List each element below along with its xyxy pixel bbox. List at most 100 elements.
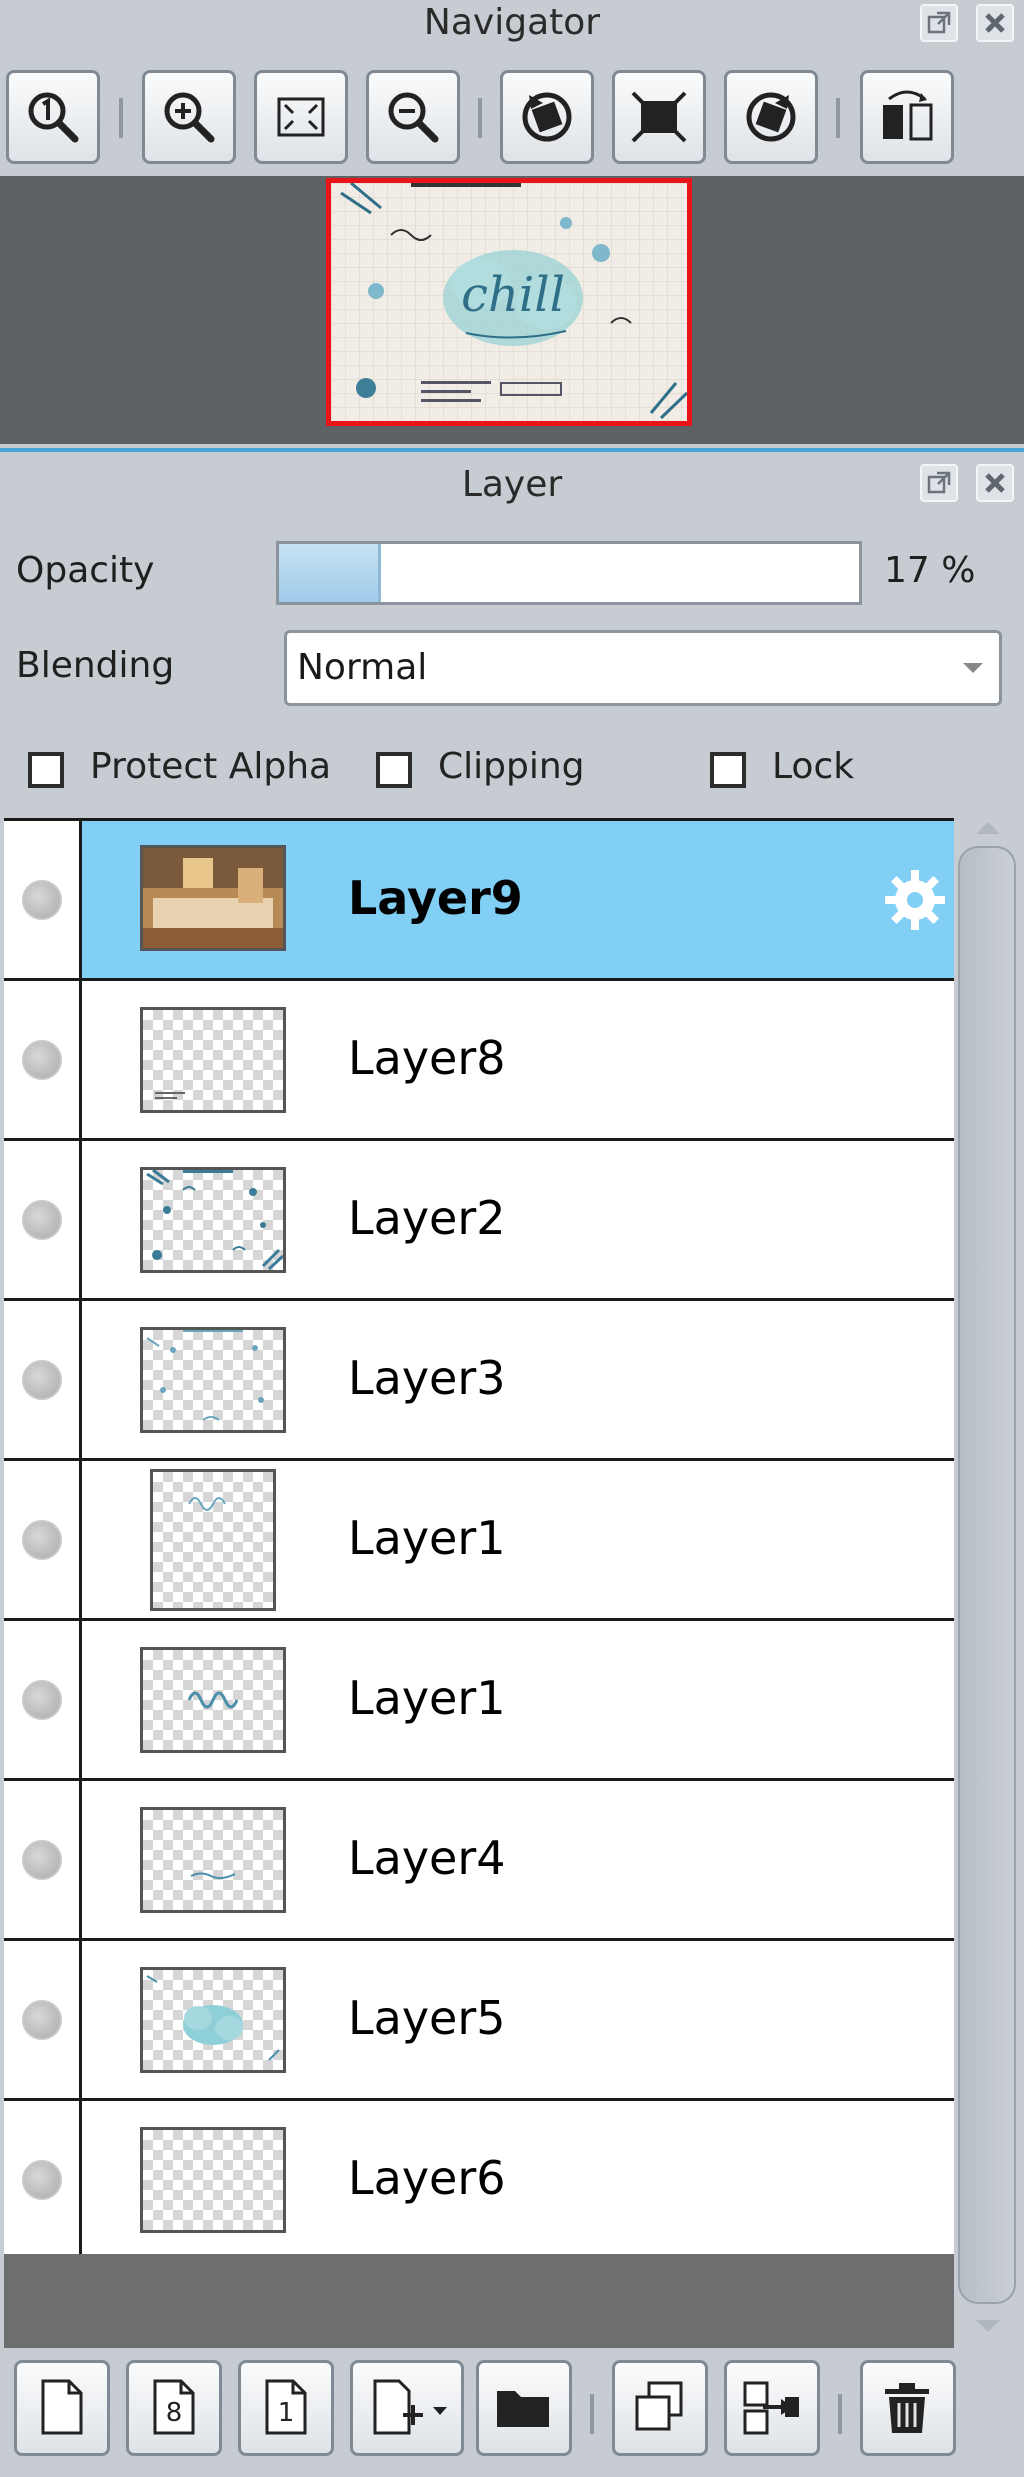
clipping-checkbox[interactable]: [376, 752, 412, 788]
layer-row-body[interactable]: Layer1: [82, 1461, 954, 1618]
layer-thumbnail-image: [190, 1872, 236, 1880]
new-8bit-layer-button[interactable]: 8: [126, 2360, 222, 2456]
scrollbar-thumb[interactable]: [958, 846, 1016, 2304]
fit-window-button[interactable]: [254, 70, 348, 164]
layer-row[interactable]: Layer8: [4, 978, 954, 1138]
navigator-preview-area[interactable]: chill: [0, 176, 1024, 444]
layer-row[interactable]: Layer3: [4, 1298, 954, 1458]
zoom-in-icon: [164, 92, 215, 143]
zoom-in-button[interactable]: [142, 70, 236, 164]
layer-name: Layer1: [348, 1511, 506, 1565]
layer-visibility-toggle[interactable]: [4, 1941, 82, 2098]
layer-row-body[interactable]: Layer2: [82, 1141, 954, 1298]
layer-row[interactable]: Layer1: [4, 1458, 954, 1618]
scroll-down-arrow-icon[interactable]: [976, 2320, 1000, 2332]
lock-label[interactable]: Lock: [772, 746, 854, 787]
chevron-down-icon: [963, 663, 983, 673]
lock-checkbox[interactable]: [710, 752, 746, 788]
flip-horizontal-button[interactable]: [860, 70, 954, 164]
navigator-close-button[interactable]: [976, 4, 1014, 42]
close-icon: [985, 473, 1005, 493]
flip-horizontal-icon: [883, 90, 933, 141]
visibility-dot-icon: [22, 2160, 62, 2200]
layer-float-button[interactable]: [920, 464, 958, 502]
layer-row[interactable]: Layer6: [4, 2098, 954, 2254]
layer-row[interactable]: Layer9: [4, 818, 954, 978]
layer-row[interactable]: Layer5: [4, 1938, 954, 2098]
new-folder-button[interactable]: [476, 2360, 572, 2456]
layer-visibility-toggle[interactable]: [4, 2101, 82, 2254]
layer-name: Layer4: [348, 1831, 506, 1885]
layer-row-body[interactable]: Layer6: [82, 2101, 954, 2254]
layer-close-button[interactable]: [976, 464, 1014, 502]
layer-thumbnail-image: [146, 1975, 280, 2061]
scroll-up-arrow-icon[interactable]: [976, 822, 1000, 834]
clipping-label[interactable]: Clipping: [438, 746, 585, 787]
layer-row-body[interactable]: Layer5: [82, 1941, 954, 2098]
merge-down-button[interactable]: [724, 2360, 820, 2456]
protect-alpha-label[interactable]: Protect Alpha: [90, 746, 331, 787]
layer-row[interactable]: Layer2: [4, 1138, 954, 1298]
layer-row-body[interactable]: Layer1: [82, 1621, 954, 1778]
opacity-slider[interactable]: [276, 541, 862, 605]
visibility-dot-icon: [22, 1040, 62, 1080]
delete-layer-button[interactable]: [860, 2360, 956, 2456]
duplicate-layer-icon: [635, 2381, 683, 2431]
layer-row[interactable]: Layer4: [4, 1778, 954, 1938]
layer-visibility-toggle[interactable]: [4, 1141, 82, 1298]
new-1bit-layer-button[interactable]: 1: [238, 2360, 334, 2456]
layer-thumbnail: [140, 1167, 286, 1273]
opacity-label: Opacity: [16, 550, 155, 591]
fit-window-icon: [277, 97, 325, 137]
new-8bit-layer-icon: 8: [153, 2379, 195, 2435]
layer-visibility-toggle[interactable]: [4, 1621, 82, 1778]
layer-row-body[interactable]: Layer3: [82, 1301, 954, 1458]
layer-list: Layer9 Layer8 Layer2 Layer3 Layer1 Layer…: [4, 818, 954, 2254]
new-layer-icon: [41, 2379, 83, 2435]
toolbar-separator: [478, 98, 482, 138]
layer-row-body[interactable]: Layer8: [82, 981, 954, 1138]
rotate-right-button[interactable]: [724, 70, 818, 164]
gear-icon[interactable]: [880, 865, 950, 935]
panel-divider[interactable]: [0, 448, 1024, 452]
reset-view-button[interactable]: [612, 70, 706, 164]
layer-row[interactable]: Layer1: [4, 1618, 954, 1778]
layer-visibility-toggle[interactable]: [4, 821, 82, 978]
layer-name: Layer3: [348, 1351, 506, 1405]
layer-visibility-toggle[interactable]: [4, 981, 82, 1138]
layer-visibility-toggle[interactable]: [4, 1781, 82, 1938]
visibility-dot-icon: [22, 1200, 62, 1240]
new-layer-button[interactable]: [14, 2360, 110, 2456]
layer-list-scrollbar[interactable]: [956, 818, 1022, 2348]
protect-alpha-checkbox[interactable]: [28, 752, 64, 788]
zoom-actual-size-button[interactable]: [6, 70, 100, 164]
layer-list-empty-area[interactable]: [4, 2254, 954, 2348]
blending-label: Blending: [16, 645, 175, 686]
layer-visibility-toggle[interactable]: [4, 1301, 82, 1458]
preview-lettering: chill: [461, 267, 565, 323]
add-layer-menu-button[interactable]: [350, 2360, 464, 2456]
layer-thumbnail-image: [155, 1092, 185, 1099]
svg-text:8: 8: [166, 2398, 183, 2428]
blending-dropdown[interactable]: Normal: [284, 630, 1002, 706]
reset-view-icon: [631, 91, 687, 143]
visibility-dot-icon: [22, 1520, 62, 1560]
new-1bit-layer-icon: 1: [265, 2379, 307, 2435]
layer-visibility-toggle[interactable]: [4, 1461, 82, 1618]
layer-thumbnail-image: [143, 848, 283, 948]
toolbar-separator: [590, 2394, 594, 2434]
layer-name: Layer8: [348, 1031, 506, 1085]
layer-row-body[interactable]: Layer4: [82, 1781, 954, 1938]
duplicate-layer-button[interactable]: [612, 2360, 708, 2456]
visibility-dot-icon: [22, 2000, 62, 2040]
zoom-actual-size-icon: [28, 92, 79, 143]
layer-thumbnail-image: [187, 1691, 239, 1709]
layer-name: Layer1: [348, 1671, 506, 1725]
layer-row-body[interactable]: Layer9: [82, 821, 954, 978]
rotate-right-icon: [746, 92, 796, 142]
blending-value: Normal: [297, 647, 428, 688]
zoom-out-button[interactable]: [366, 70, 460, 164]
navigator-view-frame[interactable]: chill: [326, 178, 692, 426]
navigator-float-button[interactable]: [920, 4, 958, 42]
rotate-left-button[interactable]: [500, 70, 594, 164]
